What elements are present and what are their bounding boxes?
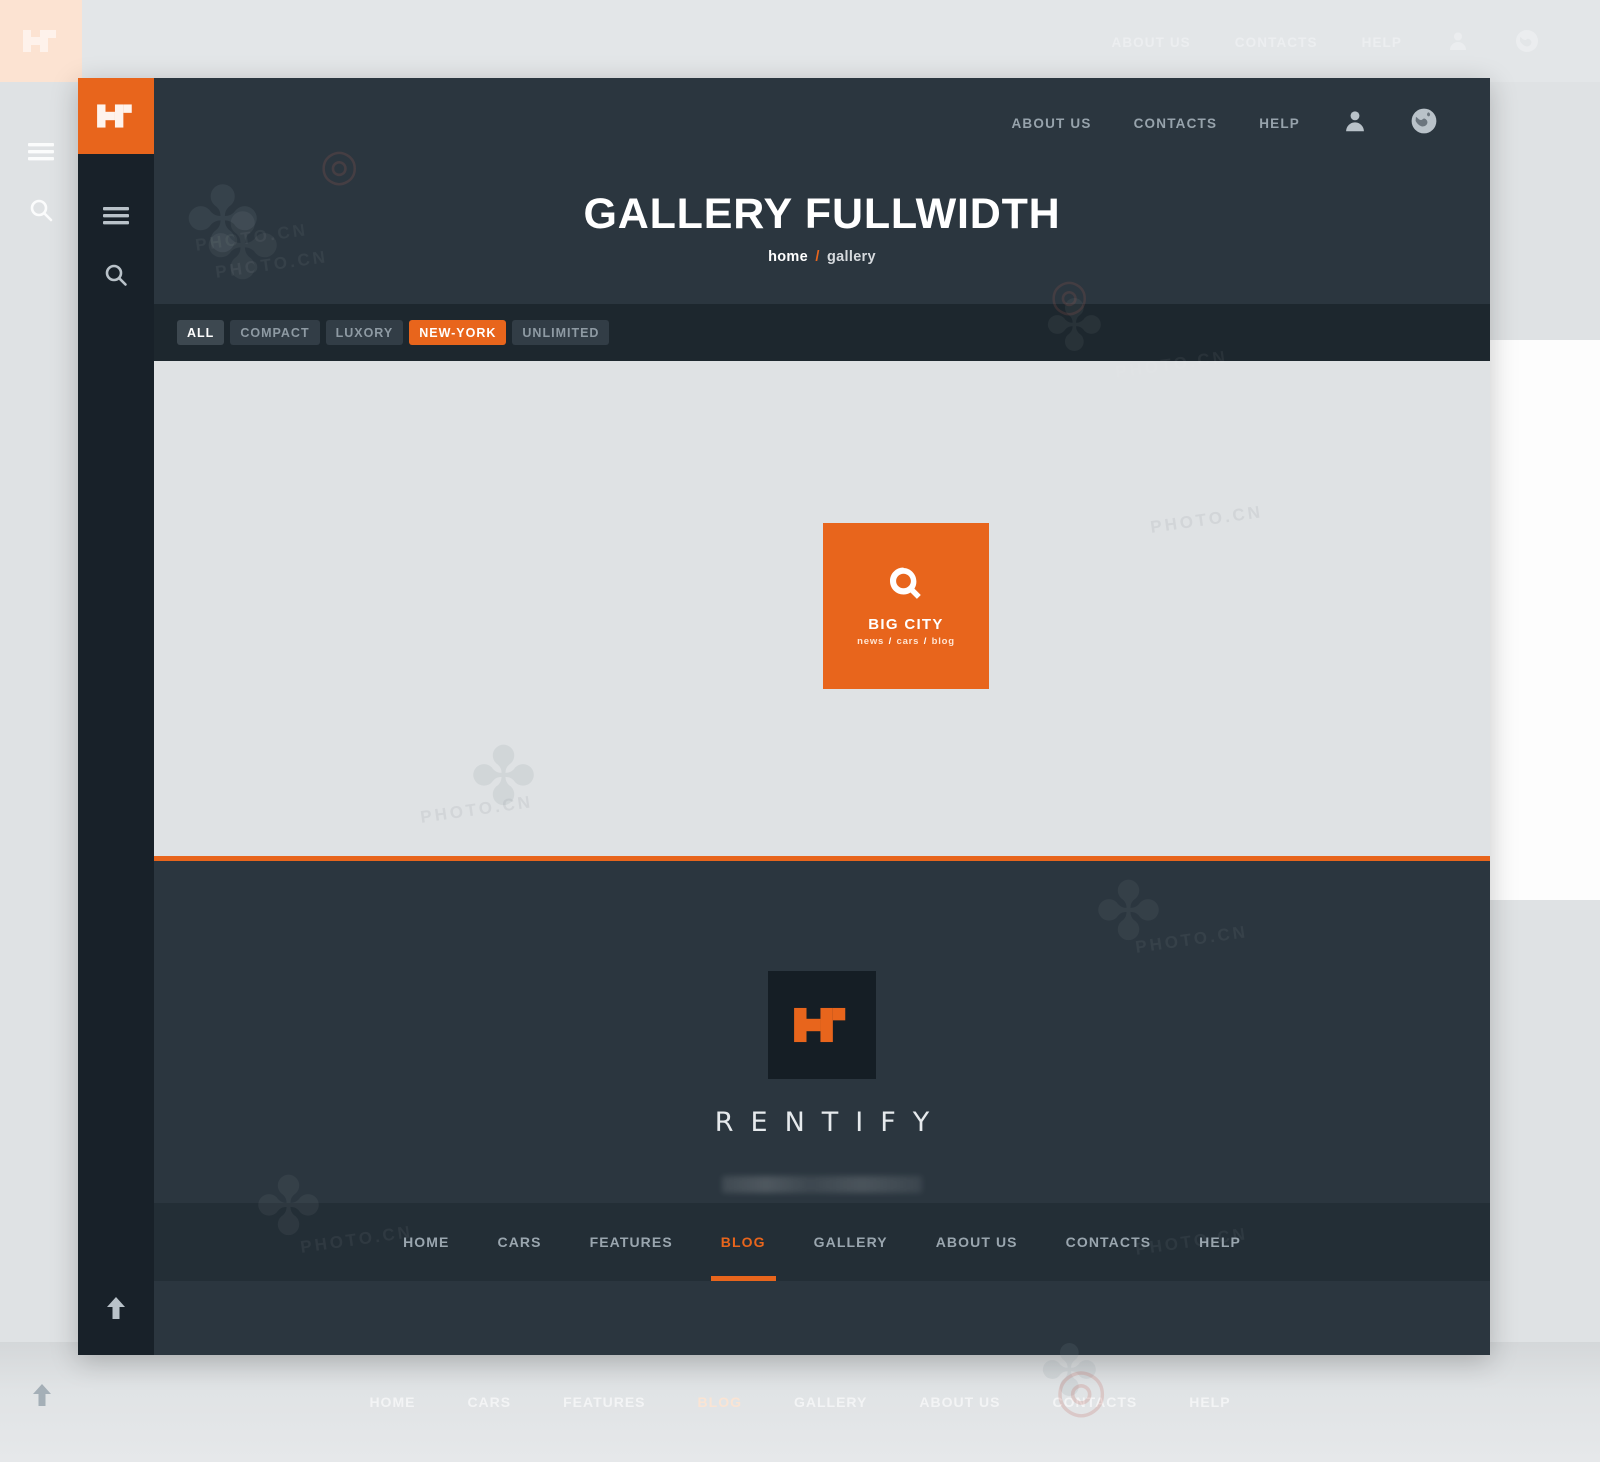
filter-chip-compact[interactable]: COMPACT [230, 320, 320, 345]
logo-button[interactable] [78, 78, 154, 154]
background-left-rail [0, 82, 82, 1462]
filter-chip-luxory[interactable]: LUXORY [325, 320, 404, 345]
background-botnav-blog: BLOG [697, 1394, 742, 1410]
nav-item-about-us[interactable]: ABOUT US [1011, 116, 1091, 131]
background-botnav-about-us: ABOUT US [919, 1394, 1001, 1410]
rentify-logo-icon [23, 30, 56, 52]
background-header-nav: ABOUT US CONTACTS HELP [1111, 28, 1540, 57]
filter-chip-new-york[interactable]: NEW-YORK [409, 320, 507, 345]
scroll-to-top-button[interactable] [78, 1265, 154, 1355]
gallery-card-tags: news / cars / blog [857, 636, 955, 647]
language-button[interactable] [1410, 107, 1438, 140]
footer-logo[interactable] [768, 971, 876, 1079]
background-search-icon [28, 197, 54, 228]
background-botnav-home: HOME [369, 1394, 416, 1410]
breadcrumb-current: gallery [827, 249, 876, 265]
background-user-icon [1446, 29, 1470, 56]
background-botnav-features: FEATURES [563, 1394, 646, 1410]
botnav-item-blog[interactable]: BLOG [710, 1203, 776, 1281]
gallery-tag-separator: / [923, 636, 928, 647]
background-globe-icon [1514, 28, 1540, 57]
footer-brand-name: RENTIFY [714, 1107, 947, 1138]
arrow-up-icon [102, 1294, 130, 1327]
botnav-item-cars[interactable]: CARS [497, 1203, 541, 1281]
page-content: ABOUT US CONTACTS HELP GALLERY FULLWIDTH… [154, 78, 1490, 1355]
sidebar-menu-button[interactable] [78, 190, 154, 248]
user-icon [1342, 108, 1368, 139]
breadcrumb-home[interactable]: home [768, 249, 808, 265]
botnav-item-contacts[interactable]: CONTACTS [1066, 1203, 1152, 1281]
background-arrow-up-icon [28, 1381, 56, 1414]
header-nav: ABOUT US CONTACTS HELP [1011, 104, 1438, 142]
botnav-item-gallery[interactable]: GALLERY [814, 1203, 888, 1281]
background-botnav-gallery: GALLERY [793, 1394, 868, 1410]
gallery-tag-blog: blog [931, 636, 955, 647]
filter-chip-all[interactable]: ALL [177, 320, 225, 345]
rentify-logo-icon [97, 104, 132, 128]
breadcrumb: home / gallery [154, 249, 1490, 265]
gallery-card-title: BIG CITY [868, 616, 944, 633]
gallery-tag-news: news [857, 636, 885, 647]
botnav-item-features[interactable]: FEATURES [590, 1203, 673, 1281]
page-title: GALLERY FULLWIDTH [583, 190, 1061, 238]
hamburger-menu-icon [103, 206, 129, 232]
background-bottom-nav: HOME CARS FEATURES BLOG GALLERY ABOUT US… [0, 1342, 1600, 1462]
page-footer: RENTIFY HOME CARS FEATURES BLOG GALLERY … [154, 861, 1490, 1281]
gallery-area: BIG CITY news / cars / blog [154, 361, 1490, 856]
background-botnav-help: HELP [1189, 1394, 1231, 1410]
background-nav-help: HELP [1361, 35, 1402, 50]
nav-item-help[interactable]: HELP [1259, 116, 1300, 131]
footer-blurred-text [722, 1176, 922, 1193]
magnifier-q-icon [887, 565, 925, 608]
browser-window: ABOUT US CONTACTS HELP GALLERY FULLWIDTH… [78, 78, 1490, 1355]
background-nav-about-us: ABOUT US [1111, 35, 1191, 50]
background-right-panel [1488, 340, 1600, 900]
background-nav-contacts: CONTACTS [1234, 35, 1318, 50]
gallery-tag-cars: cars [896, 636, 920, 647]
gallery-tag-separator: / [888, 636, 893, 647]
botnav-item-help[interactable]: HELP [1199, 1203, 1241, 1281]
botnav-item-about-us[interactable]: ABOUT US [936, 1203, 1018, 1281]
breadcrumb-separator: / [815, 249, 820, 265]
hero-block: GALLERY FULLWIDTH home / gallery [154, 190, 1490, 265]
background-botnav-contacts: CONTACTS [1052, 1394, 1138, 1410]
background-hamburger-menu-icon [28, 142, 54, 167]
background-logo [0, 0, 82, 82]
botnav-item-home[interactable]: HOME [403, 1203, 449, 1281]
globe-icon [1410, 107, 1438, 140]
left-rail [78, 78, 154, 1355]
filter-chip-unlimited[interactable]: UNLIMITED [512, 320, 610, 345]
sidebar-search-button[interactable] [78, 248, 154, 306]
gallery-card-big-city[interactable]: BIG CITY news / cars / blog [823, 523, 989, 689]
page-header: ABOUT US CONTACTS HELP GALLERY FULLWIDTH… [154, 78, 1490, 304]
background-botnav-cars: CARS [467, 1394, 512, 1410]
search-icon [103, 262, 129, 293]
rentify-logo-icon [794, 1007, 846, 1043]
nav-item-contacts[interactable]: CONTACTS [1134, 116, 1218, 131]
bottom-nav: HOME CARS FEATURES BLOG GALLERY ABOUT US… [154, 1203, 1490, 1281]
account-button[interactable] [1342, 108, 1368, 139]
gallery-filter-bar: ALL COMPACT LUXORY NEW-YORK UNLIMITED [154, 304, 1490, 361]
